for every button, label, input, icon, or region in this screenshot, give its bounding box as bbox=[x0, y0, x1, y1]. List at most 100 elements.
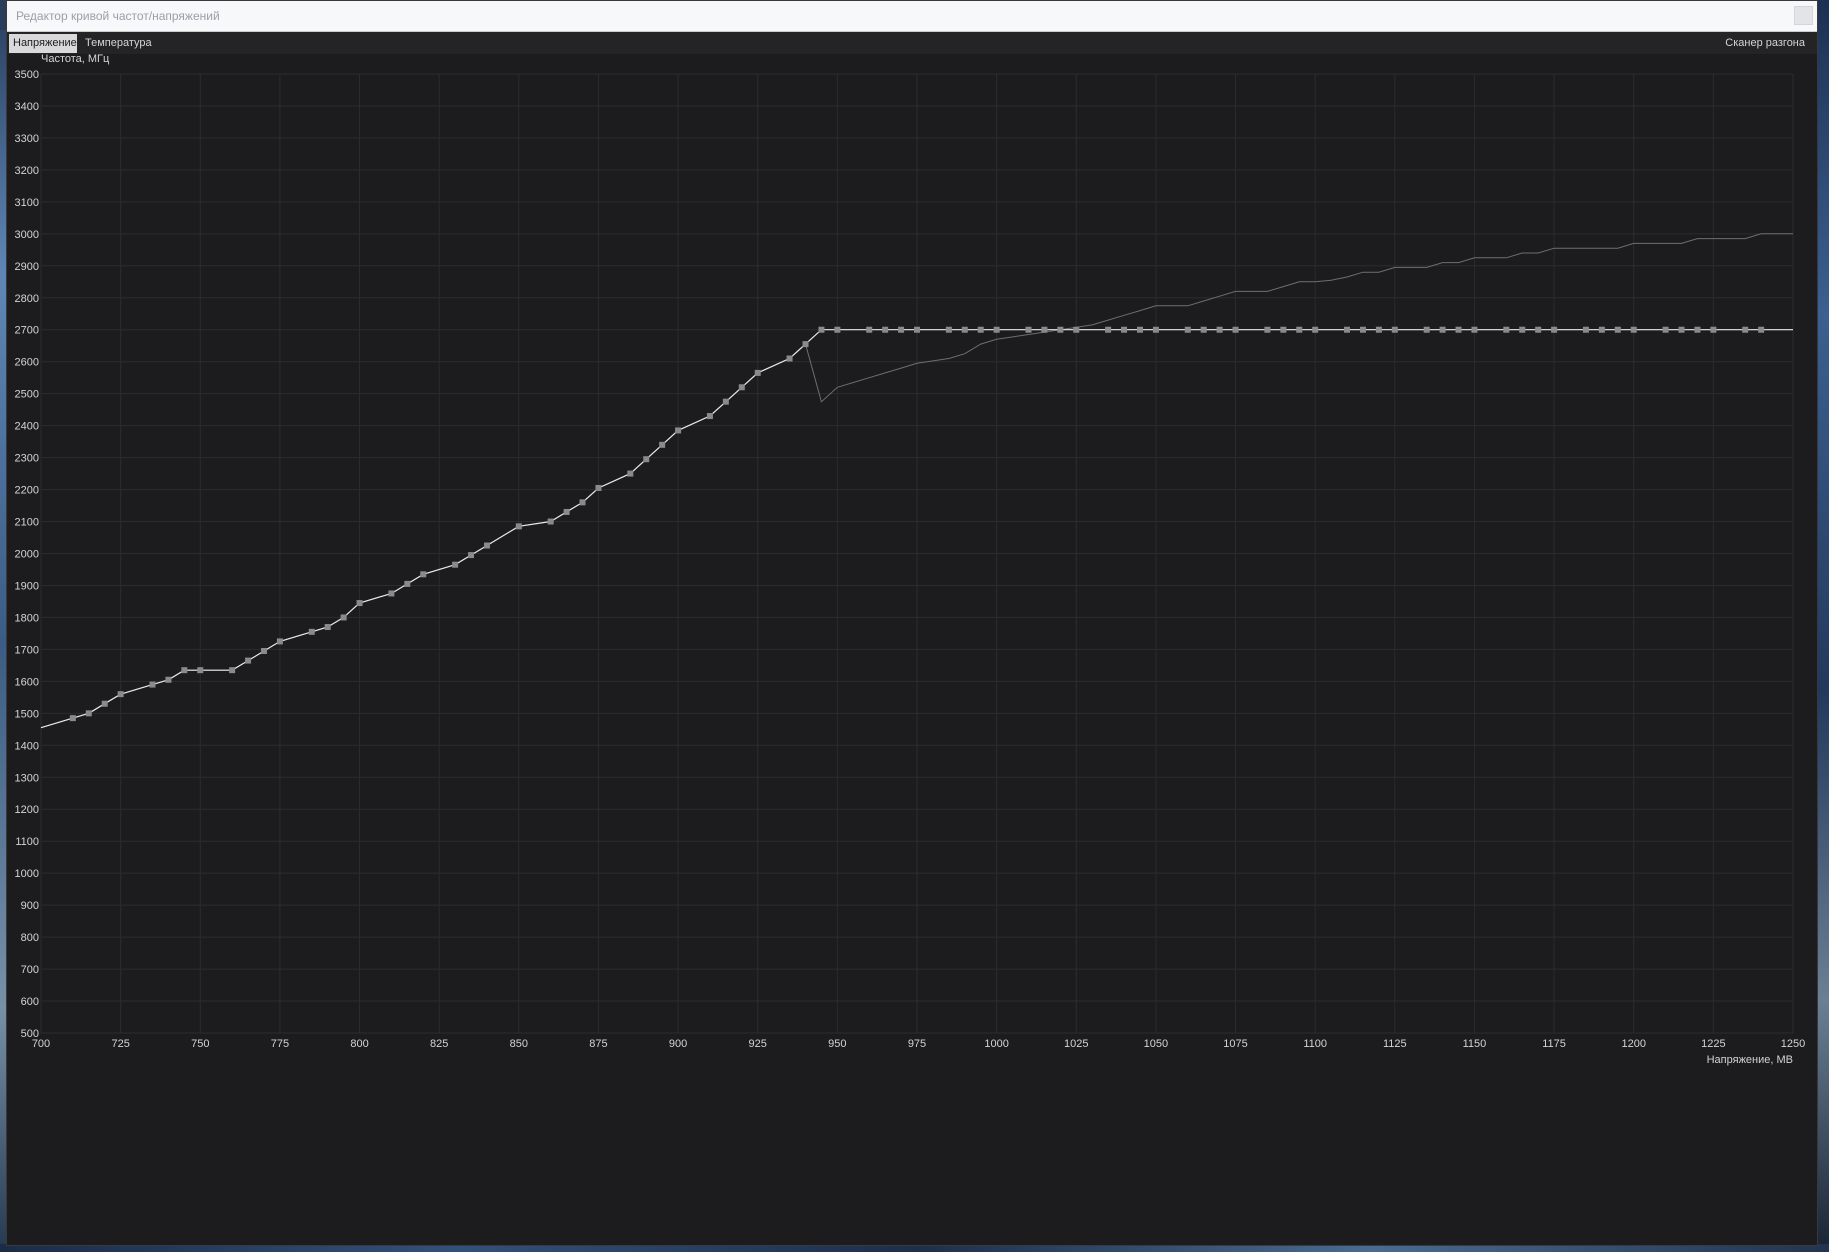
curve-point[interactable] bbox=[1630, 326, 1637, 333]
curve-point[interactable] bbox=[866, 326, 873, 333]
curve-point[interactable] bbox=[1423, 326, 1430, 333]
curve-point[interactable] bbox=[1344, 326, 1351, 333]
curve-point[interactable] bbox=[404, 580, 411, 587]
curve-point[interactable] bbox=[1582, 326, 1589, 333]
tab-temperature[interactable]: Температура bbox=[81, 34, 156, 53]
curve-point[interactable] bbox=[515, 523, 522, 530]
curve-point[interactable] bbox=[1073, 326, 1080, 333]
curve-point[interactable] bbox=[483, 542, 490, 549]
desktop-background-right bbox=[1818, 0, 1829, 1252]
curve-point[interactable] bbox=[468, 552, 475, 559]
curve-point[interactable] bbox=[1519, 326, 1526, 333]
curve-point[interactable] bbox=[993, 326, 1000, 333]
curve-point[interactable] bbox=[738, 384, 745, 391]
curve-point[interactable] bbox=[1296, 326, 1303, 333]
curve-point[interactable] bbox=[977, 326, 984, 333]
curve-point[interactable] bbox=[1503, 326, 1510, 333]
curve-point[interactable] bbox=[1264, 326, 1271, 333]
curve-point[interactable] bbox=[260, 647, 267, 654]
curve-point[interactable] bbox=[229, 667, 236, 674]
curve-point[interactable] bbox=[627, 470, 634, 477]
curve-point[interactable] bbox=[1184, 326, 1191, 333]
curve-point[interactable] bbox=[882, 326, 889, 333]
curve-point[interactable] bbox=[818, 326, 825, 333]
curve-point[interactable] bbox=[1200, 326, 1207, 333]
curve-point[interactable] bbox=[181, 667, 188, 674]
curve-point[interactable] bbox=[706, 413, 713, 420]
curve-point[interactable] bbox=[1041, 326, 1048, 333]
curve-point[interactable] bbox=[675, 427, 682, 434]
x-tick-label: 850 bbox=[510, 1038, 528, 1050]
close-button[interactable] bbox=[1794, 6, 1813, 25]
curve-point[interactable] bbox=[1471, 326, 1478, 333]
curve-point[interactable] bbox=[1662, 326, 1669, 333]
curve-point[interactable] bbox=[802, 341, 809, 348]
curve-point[interactable] bbox=[420, 571, 427, 578]
curve-point[interactable] bbox=[1312, 326, 1319, 333]
curve-point[interactable] bbox=[1742, 326, 1749, 333]
curve-point[interactable] bbox=[579, 499, 586, 506]
curve-point[interactable] bbox=[1694, 326, 1701, 333]
curve-point[interactable] bbox=[595, 484, 602, 491]
curve-point[interactable] bbox=[324, 624, 331, 631]
curve-point[interactable] bbox=[722, 398, 729, 405]
curve-point[interactable] bbox=[149, 681, 156, 688]
frequency-voltage-chart[interactable]: 5006007008009001000110012001300140015001… bbox=[7, 54, 1817, 1245]
curve-point[interactable] bbox=[1359, 326, 1366, 333]
curve-point[interactable] bbox=[1455, 326, 1462, 333]
curve-point[interactable] bbox=[659, 441, 666, 448]
curve-point[interactable] bbox=[1678, 326, 1685, 333]
curve-editor-window: Редактор кривой частот/напряжений Напряж… bbox=[6, 0, 1818, 1246]
tab-voltage[interactable]: Напряжение bbox=[9, 34, 77, 53]
curve-point[interactable] bbox=[1614, 326, 1621, 333]
window-titlebar[interactable]: Редактор кривой частот/напряжений bbox=[7, 1, 1817, 32]
curve-point[interactable] bbox=[1025, 326, 1032, 333]
window-title: Редактор кривой частот/напряжений bbox=[16, 9, 220, 23]
curve-point[interactable] bbox=[1216, 326, 1223, 333]
curve-point[interactable] bbox=[1535, 326, 1542, 333]
curve-point[interactable] bbox=[643, 456, 650, 463]
curve-point[interactable] bbox=[914, 326, 920, 333]
curve-point[interactable] bbox=[547, 518, 554, 525]
curve-point[interactable] bbox=[1152, 326, 1159, 333]
curve-point[interactable] bbox=[1551, 326, 1558, 333]
curve-point[interactable] bbox=[388, 590, 395, 597]
curve-point[interactable] bbox=[1121, 326, 1128, 333]
curve-point[interactable] bbox=[1057, 326, 1064, 333]
y-tick-label: 3500 bbox=[15, 69, 39, 81]
curve-point[interactable] bbox=[1136, 326, 1143, 333]
curve-point[interactable] bbox=[85, 710, 92, 717]
curve-point[interactable] bbox=[1232, 326, 1239, 333]
curve-point[interactable] bbox=[1280, 326, 1287, 333]
x-tick-label: 1100 bbox=[1303, 1038, 1327, 1050]
y-tick-label: 2200 bbox=[15, 485, 39, 497]
x-tick-label: 1225 bbox=[1701, 1038, 1725, 1050]
overclock-scanner-button[interactable]: Сканер разгона bbox=[1725, 34, 1805, 53]
curve-point[interactable] bbox=[276, 638, 283, 645]
curve-point[interactable] bbox=[786, 355, 793, 362]
curve-point[interactable] bbox=[1758, 326, 1765, 333]
curve-point[interactable] bbox=[961, 326, 968, 333]
curve-point[interactable] bbox=[945, 326, 952, 333]
curve-point[interactable] bbox=[563, 508, 570, 515]
curve-point[interactable] bbox=[197, 667, 204, 674]
curve-point[interactable] bbox=[1439, 326, 1446, 333]
curve-point[interactable] bbox=[101, 700, 108, 707]
curve-point[interactable] bbox=[452, 561, 459, 568]
curve-point[interactable] bbox=[1710, 326, 1717, 333]
curve-point[interactable] bbox=[340, 614, 347, 621]
curve-point[interactable] bbox=[308, 628, 315, 635]
curve-point[interactable] bbox=[245, 657, 252, 664]
curve-point[interactable] bbox=[834, 326, 841, 333]
curve-point[interactable] bbox=[1375, 326, 1382, 333]
curve-point[interactable] bbox=[1598, 326, 1605, 333]
curve-point[interactable] bbox=[1391, 326, 1398, 333]
curve-point[interactable] bbox=[356, 600, 363, 607]
curve-point[interactable] bbox=[898, 326, 905, 333]
curve-point[interactable] bbox=[1105, 326, 1112, 333]
curve-point[interactable] bbox=[165, 676, 172, 683]
curve-point[interactable] bbox=[117, 691, 124, 698]
curve-point[interactable] bbox=[754, 369, 761, 376]
curve-plot-area[interactable]: 500 600 700 800 900 1000 1100 1200 1300 1400 1500 1… bbox=[7, 54, 1817, 1245]
curve-point[interactable] bbox=[69, 715, 76, 722]
